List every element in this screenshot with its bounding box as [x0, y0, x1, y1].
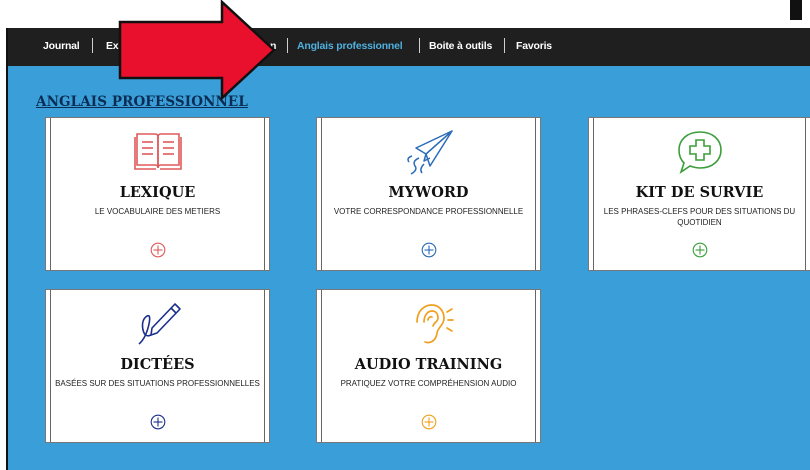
plus-circle-icon[interactable]: [421, 242, 437, 258]
first-aid-chat-icon: [677, 131, 722, 174]
card-title: LEXIQUE: [119, 184, 196, 201]
card-subtitle: VOTRE CORRESPONDANCE PROFESSIONNELLE: [333, 207, 524, 216]
pen-icon: [137, 303, 181, 345]
card-title: DICTÉES: [120, 356, 195, 373]
plus-circle-icon[interactable]: [150, 242, 166, 258]
book-icon: [133, 133, 182, 170]
card-dictees[interactable]: DICTÉES BASÉES SUR DES SITUATIONS PROFES…: [45, 289, 270, 443]
nav-boite-a-outils[interactable]: Boite à outils: [429, 40, 492, 52]
ear-icon: [415, 304, 454, 344]
paper-plane-icon: [406, 130, 453, 175]
nav-separator: [419, 38, 420, 53]
nav-separator: [287, 38, 288, 53]
card-subtitle: PRATIQUEZ VOTRE COMPRÉHENSION AUDIO: [340, 379, 517, 388]
plus-circle-icon[interactable]: [692, 242, 708, 258]
card-kit-de-survie[interactable]: KIT DE SURVIE LES PHRASES-CLEFS POUR DES…: [588, 117, 810, 271]
red-arrow-annotation: [118, 0, 276, 101]
nav-separator: [504, 38, 505, 53]
nav-favoris[interactable]: Favoris: [516, 40, 552, 52]
card-subtitle: BASÉES SUR DES SITUATIONS PROFESSIONNELL…: [55, 379, 260, 388]
card-myword[interactable]: MYWORD VOTRE CORRESPONDANCE PROFESSIONNE…: [316, 117, 541, 271]
card-title: AUDIO TRAINING: [354, 356, 503, 373]
nav-separator: [92, 38, 93, 53]
card-title: KIT DE SURVIE: [635, 184, 764, 201]
plus-circle-icon[interactable]: [150, 414, 166, 430]
nav-anglais-professionnel[interactable]: Anglais professionnel: [297, 40, 403, 52]
card-audio-training[interactable]: AUDIO TRAINING PRATIQUEZ VOTRE COMPRÉHEN…: [316, 289, 541, 443]
plus-circle-icon[interactable]: [421, 414, 437, 430]
card-title: MYWORD: [388, 184, 469, 201]
corner-fragment: [790, 0, 802, 20]
card-subtitle: LE VOCABULAIRE DES METIERS: [94, 207, 221, 216]
nav-journal[interactable]: Journal: [43, 40, 80, 52]
card-lexique[interactable]: LEXIQUE LE VOCABULAIRE DES METIERS: [45, 117, 270, 271]
card-subtitle: LES PHRASES-CLEFS POUR DES SITUATIONS DU…: [603, 207, 796, 227]
